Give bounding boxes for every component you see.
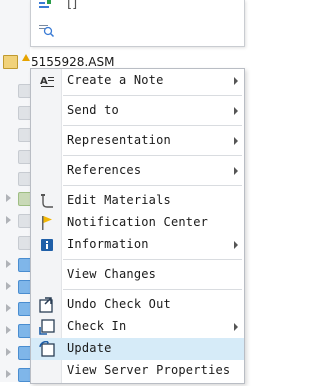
top-popup: [] [30, 0, 245, 47]
menu-separator [63, 95, 242, 96]
menu-item-label: Representation [67, 133, 171, 147]
menu-item-label: Send to [67, 103, 119, 117]
menu-item-information[interactable]: Information [31, 234, 244, 256]
menu-item-label: View Changes [67, 267, 157, 281]
tree-node[interactable] [0, 254, 32, 276]
menu-item-update[interactable]: Update [31, 338, 244, 360]
menu-item-undo-check-out[interactable]: Undo Check Out [31, 294, 244, 316]
menu-item-references[interactable]: References [31, 160, 244, 182]
menu-item-label: Edit Materials [67, 193, 171, 207]
material-icon [39, 193, 55, 209]
list-filter-icon[interactable] [39, 0, 53, 10]
update-icon [39, 341, 55, 357]
tree-node[interactable] [0, 276, 32, 298]
assembly-icon [3, 55, 18, 69]
submenu-arrow-icon [234, 77, 238, 85]
menu-item-label: Create a Note [67, 73, 164, 87]
menu-item-view-changes[interactable]: View Changes [31, 264, 244, 286]
warning-icon [22, 54, 30, 61]
tree-node[interactable] [0, 342, 32, 364]
check-in-icon [39, 319, 55, 335]
search-icon[interactable] [39, 24, 55, 38]
expand-arrow-icon[interactable] [6, 326, 11, 334]
tree-node[interactable] [0, 232, 32, 254]
menu-separator [63, 259, 242, 260]
expand-arrow-icon[interactable] [6, 370, 11, 378]
tree-node[interactable] [0, 210, 32, 232]
flag-icon [39, 215, 55, 231]
undo-checkout-icon [39, 297, 55, 313]
menu-item-send-to[interactable]: Send to [31, 100, 244, 122]
menu-item-label: Update [67, 341, 112, 355]
menu-item-edit-materials[interactable]: Edit Materials [31, 190, 244, 212]
menu-item-check-in[interactable]: Check In [31, 316, 244, 338]
menu-item-label: Undo Check Out [67, 297, 171, 311]
bracket-text: [] [67, 0, 78, 11]
expand-arrow-icon[interactable] [6, 282, 11, 290]
menu-item-view-server-properties[interactable]: View Server Properties [31, 360, 244, 382]
tree-node[interactable] [0, 80, 32, 102]
note-icon: A [39, 73, 55, 89]
tree-root-label: 5155928.ASM [31, 55, 115, 69]
info-icon [39, 237, 55, 253]
menu-separator [63, 289, 242, 290]
tree-node[interactable] [0, 298, 32, 320]
menu-item-representation[interactable]: Representation [31, 130, 244, 152]
expand-arrow-icon[interactable] [6, 194, 11, 202]
tree-node[interactable] [0, 102, 32, 124]
menu-item-label: Notification Center [67, 215, 209, 229]
menu-item-label: References [67, 163, 142, 177]
expand-arrow-icon[interactable] [6, 304, 11, 312]
tree-node[interactable] [0, 364, 32, 386]
menu-separator [63, 125, 242, 126]
submenu-arrow-icon [234, 167, 238, 175]
menu-item-notification-center[interactable]: Notification Center [31, 212, 244, 234]
menu-item-label: Information [67, 237, 149, 251]
tree-node[interactable] [0, 124, 32, 146]
menu-item-label: View Server Properties [67, 363, 231, 377]
submenu-arrow-icon [234, 241, 238, 249]
expand-arrow-icon[interactable] [6, 216, 11, 224]
tree-node[interactable] [0, 188, 32, 210]
menu-separator [63, 155, 242, 156]
tree-node[interactable] [0, 168, 32, 190]
expand-arrow-icon[interactable] [6, 348, 11, 356]
menu-separator [63, 185, 242, 186]
tree-node[interactable] [0, 146, 32, 168]
context-menu: A Create a Note Send to Representation R… [30, 68, 245, 384]
menu-item-label: Check In [67, 319, 127, 333]
svg-text:A: A [40, 76, 48, 87]
tree-node[interactable] [0, 320, 32, 342]
submenu-arrow-icon [234, 323, 238, 331]
expand-arrow-icon[interactable] [6, 260, 11, 268]
submenu-arrow-icon [234, 137, 238, 145]
submenu-arrow-icon [234, 107, 238, 115]
menu-item-create-a-note[interactable]: A Create a Note [31, 70, 244, 92]
